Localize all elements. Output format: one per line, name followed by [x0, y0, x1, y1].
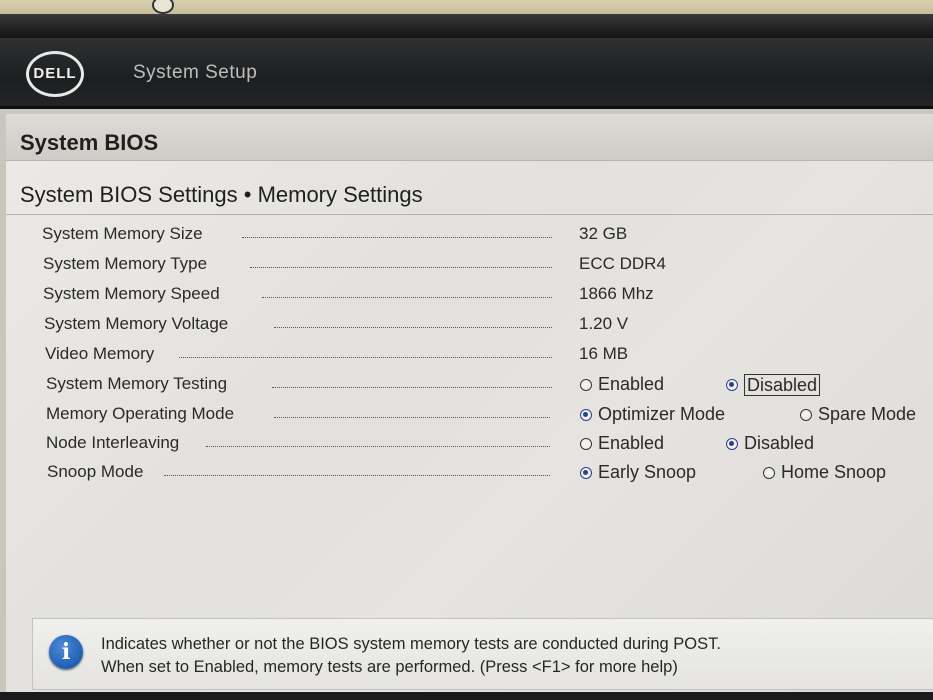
- setup-header: DELL System Setup: [0, 38, 933, 109]
- monitor-bezel: [0, 14, 933, 40]
- help-panel: i Indicates whether or not the BIOS syst…: [32, 618, 933, 690]
- radio-option-disabled[interactable]: Disabled: [726, 433, 814, 454]
- setting-row-snoop-mode[interactable]: Snoop Mode Early Snoop Home Snoop: [6, 462, 933, 488]
- section-bar: System BIOS Settings • Memory Settings: [6, 166, 933, 215]
- setting-row-node-interleaving[interactable]: Node Interleaving Enabled Disabled: [6, 433, 933, 459]
- setting-label: Node Interleaving: [46, 433, 180, 452]
- setup-title: System Setup: [133, 62, 258, 83]
- setting-row-operating-mode[interactable]: Memory Operating Mode Optimizer Mode Spa…: [6, 404, 933, 430]
- page-title: System BIOS: [20, 130, 159, 155]
- setting-value: 1.20 V: [579, 314, 629, 333]
- radio-option-enabled[interactable]: Enabled: [580, 374, 664, 395]
- radio-label: Spare Mode: [818, 404, 917, 424]
- setting-value: 32 GB: [579, 224, 628, 243]
- setting-label: Memory Operating Mode: [46, 404, 235, 423]
- help-line-1: Indicates whether or not the BIOS system…: [101, 635, 721, 653]
- radio-button-selected[interactable]: [580, 466, 592, 479]
- radio-button[interactable]: [580, 378, 592, 391]
- radio-button-selected[interactable]: [726, 437, 738, 450]
- bios-screen: System BIOS System BIOS Settings • Memor…: [6, 114, 933, 700]
- help-text: Indicates whether or not the BIOS system…: [101, 633, 721, 679]
- setting-label: Video Memory: [45, 344, 155, 363]
- dotted-leader: [164, 475, 550, 476]
- setting-value: ECC DDR4: [579, 254, 666, 273]
- radio-option-early-snoop[interactable]: Early Snoop: [580, 462, 696, 483]
- radio-button[interactable]: [800, 408, 812, 421]
- dotted-leader: [206, 446, 550, 447]
- dotted-leader: [272, 387, 552, 388]
- dotted-leader: [262, 297, 552, 298]
- monitor-bottom-edge: [0, 692, 933, 700]
- dotted-leader: [179, 357, 552, 358]
- setting-row-memory-type[interactable]: System Memory Type ECC DDR4: [6, 254, 933, 280]
- dotted-leader: [274, 327, 552, 328]
- setting-row-memory-voltage[interactable]: System Memory Voltage 1.20 V: [6, 314, 933, 340]
- setting-row-memory-testing[interactable]: System Memory Testing Enabled Disabled: [6, 374, 933, 400]
- setting-row-memory-size[interactable]: System Memory Size 32 GB: [6, 224, 933, 250]
- radio-button[interactable]: [580, 437, 592, 450]
- help-line-2: When set to Enabled, memory tests are pe…: [101, 658, 678, 676]
- radio-option-optimizer[interactable]: Optimizer Mode: [580, 404, 725, 425]
- setting-value: 16 MB: [579, 344, 629, 363]
- setting-value: 1866 Mhz: [579, 284, 654, 303]
- radio-option-enabled[interactable]: Enabled: [580, 433, 664, 454]
- setting-row-video-memory[interactable]: Video Memory 16 MB: [6, 344, 933, 370]
- setting-label: System Memory Speed: [43, 284, 220, 303]
- setting-label: System Memory Testing: [46, 374, 228, 393]
- radio-label-focused: Disabled: [744, 374, 821, 396]
- radio-button-selected[interactable]: [580, 408, 592, 421]
- setting-label: System Memory Type: [43, 254, 208, 273]
- radio-option-spare[interactable]: Spare Mode: [800, 404, 916, 425]
- radio-label: Disabled: [744, 433, 815, 453]
- radio-option-disabled[interactable]: Disabled: [726, 374, 821, 396]
- page-title-bar: System BIOS: [6, 114, 933, 161]
- dotted-leader: [274, 417, 550, 418]
- section-title: System BIOS Settings • Memory Settings: [20, 182, 423, 207]
- radio-button-selected[interactable]: [726, 379, 738, 391]
- setting-label: System Memory Size: [42, 224, 203, 243]
- info-icon: i: [49, 635, 83, 669]
- radio-label: Enabled: [598, 433, 665, 453]
- radio-label: Home Snoop: [781, 462, 887, 482]
- setting-row-memory-speed[interactable]: System Memory Speed 1866 Mhz: [6, 284, 933, 310]
- radio-label: Early Snoop: [598, 462, 697, 482]
- radio-label: Enabled: [598, 374, 665, 394]
- dotted-leader: [242, 237, 552, 238]
- setting-label: Snoop Mode: [47, 462, 144, 481]
- dell-logo: DELL: [26, 51, 84, 97]
- dotted-leader: [250, 267, 552, 268]
- radio-label: Optimizer Mode: [598, 404, 726, 424]
- radio-button[interactable]: [763, 466, 775, 479]
- radio-option-home-snoop[interactable]: Home Snoop: [763, 462, 886, 483]
- setting-label: System Memory Voltage: [44, 314, 229, 333]
